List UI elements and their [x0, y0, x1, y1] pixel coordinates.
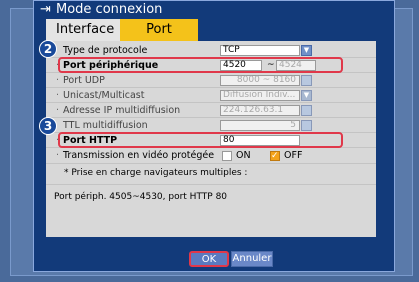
ttl-label: TTL multidiffusion: [63, 120, 148, 131]
tab-port[interactable]: Port: [120, 19, 198, 41]
udp-port-field: 8000 ~ 8160: [220, 75, 300, 86]
port-note: Port périph. 4505~4530, port HTTP 80: [54, 192, 228, 202]
divider: [46, 102, 376, 103]
button-bar: OK Annuler: [34, 245, 394, 273]
unicast-label: Unicast/Multicast: [63, 90, 145, 101]
http-port-highlight: [58, 132, 343, 148]
row-udp-port: · Port UDP 8000 ~ 8160: [46, 74, 376, 87]
protocol-label: Type de protocole: [63, 45, 148, 56]
divider: [46, 87, 376, 88]
login-icon: ⇥: [40, 2, 51, 17]
cancel-button[interactable]: Annuler: [231, 251, 273, 267]
chevron-down-icon: ▼: [301, 90, 312, 101]
chevron-down-icon[interactable]: ▼: [301, 45, 312, 56]
divider: [46, 163, 376, 164]
row-ttl: TTL multidiffusion 5: [46, 119, 376, 132]
on-checkbox[interactable]: [222, 151, 232, 161]
stepper-icon: [301, 120, 312, 131]
tab-bar: Interface Port: [46, 19, 336, 41]
row-unicast: · Unicast/Multicast Diffusion Indiv... ▼: [46, 89, 376, 102]
browser-note: * Prise en charge navigateurs multiples …: [64, 168, 248, 178]
multicast-ip-label: Adresse IP multidiffusion: [63, 105, 181, 116]
title-bar: ⇥ Mode connexion: [34, 1, 394, 19]
row-multicast-ip: · Adresse IP multidiffusion 224.126.63.1: [46, 104, 376, 117]
row-protocol: Type de protocole TCP ▼: [46, 44, 376, 57]
step-2-badge: 2: [39, 40, 57, 58]
settings-panel: Type de protocole TCP ▼ · Port périphéri…: [39, 40, 376, 237]
row-protected-video: · Transmission en vidéo protégée ON OFF: [46, 149, 376, 163]
multicast-ip-field: 224.126.63.1: [220, 105, 300, 116]
bullet-icon: ·: [56, 150, 60, 161]
off-checkbox[interactable]: [270, 150, 280, 163]
step-3-badge: 3: [39, 117, 57, 135]
protected-video-label: Transmission en vidéo protégée: [63, 150, 215, 161]
divider: [46, 117, 376, 118]
bullet-icon: ·: [56, 90, 60, 101]
unicast-select: Diffusion Indiv...: [220, 90, 300, 101]
protocol-select[interactable]: TCP: [220, 45, 300, 56]
stepper-icon: [301, 105, 312, 116]
udp-port-label: Port UDP: [63, 75, 105, 86]
dialog-title: Mode connexion: [56, 2, 163, 17]
stepper-icon: [301, 75, 312, 86]
ttl-field: 5: [220, 120, 300, 131]
ok-button[interactable]: OK: [189, 251, 229, 267]
connection-mode-dialog: ⇥ Mode connexion Interface Port Type de p…: [33, 0, 395, 272]
off-label: OFF: [284, 150, 303, 161]
bullet-icon: ·: [56, 105, 60, 116]
on-label: ON: [236, 150, 251, 161]
device-port-highlight: [58, 57, 343, 73]
bullet-icon: ·: [56, 75, 60, 86]
divider: [46, 184, 376, 185]
tab-interface[interactable]: Interface: [46, 19, 120, 41]
